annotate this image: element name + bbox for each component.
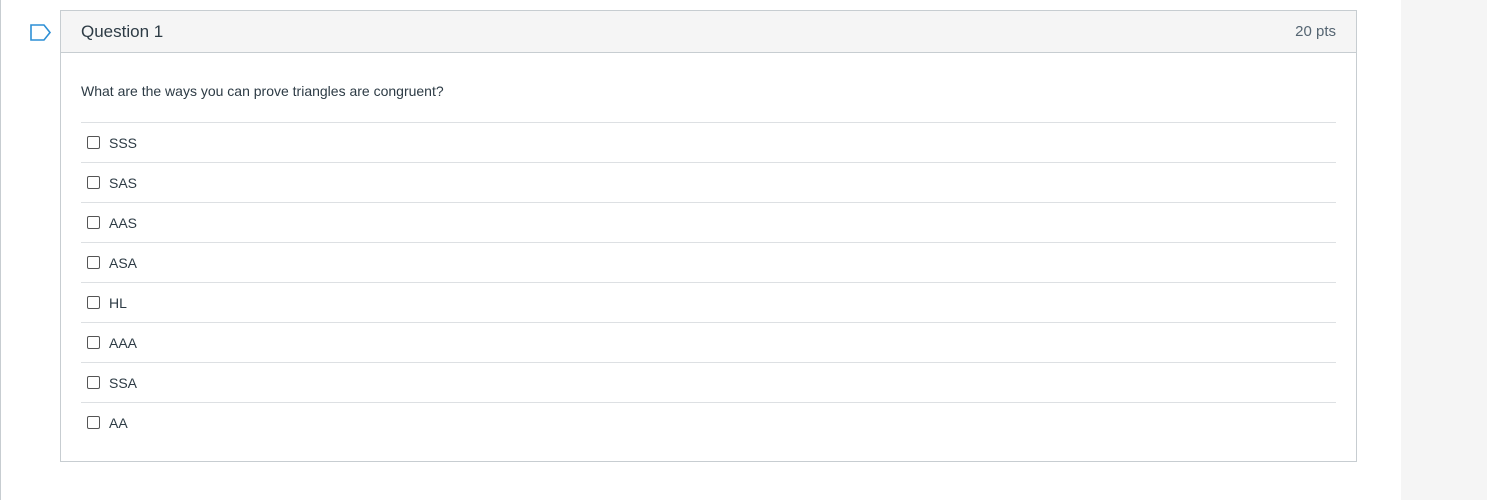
answer-option[interactable]: SSA bbox=[81, 362, 1336, 402]
answer-option[interactable]: AAS bbox=[81, 202, 1336, 242]
answer-label: HL bbox=[109, 294, 127, 311]
answer-checkbox[interactable] bbox=[87, 336, 100, 349]
answer-checkbox[interactable] bbox=[87, 256, 100, 269]
answer-label: SAS bbox=[109, 174, 138, 191]
answer-checkbox[interactable] bbox=[87, 216, 100, 229]
answer-option[interactable]: SSS bbox=[81, 122, 1336, 162]
answer-option[interactable]: AAA bbox=[81, 322, 1336, 362]
answer-option[interactable]: SAS bbox=[81, 162, 1336, 202]
answer-checkbox[interactable] bbox=[87, 296, 100, 309]
answer-label: AAA bbox=[109, 334, 138, 351]
answer-checkbox[interactable] bbox=[87, 416, 100, 429]
question-title: Question 1 bbox=[81, 21, 164, 41]
answer-checkbox[interactable] bbox=[87, 376, 100, 389]
question-text: What are the ways you can prove triangle… bbox=[81, 83, 444, 99]
answer-option[interactable]: AA bbox=[81, 402, 1336, 442]
answer-label: ASA bbox=[109, 254, 138, 271]
question-points: 20 pts bbox=[1295, 23, 1336, 40]
answer-label: SSS bbox=[109, 134, 138, 151]
answer-list: SSS SAS AAS ASA HL AAA SSA AA bbox=[81, 122, 1336, 442]
question-card: Question 1 20 pts What are the ways you … bbox=[60, 10, 1357, 462]
question-body: What are the ways you can prove triangle… bbox=[61, 82, 1356, 442]
answer-label: AAS bbox=[109, 214, 138, 231]
answer-option[interactable]: ASA bbox=[81, 242, 1336, 282]
answer-label: AA bbox=[109, 414, 128, 431]
right-gutter bbox=[1401, 0, 1487, 500]
flag-question-icon[interactable] bbox=[29, 23, 53, 43]
question-header: Question 1 20 pts bbox=[61, 11, 1356, 53]
quiz-page: Question 1 20 pts What are the ways you … bbox=[0, 0, 1487, 500]
answer-checkbox[interactable] bbox=[87, 176, 100, 189]
answer-label: SSA bbox=[109, 374, 138, 391]
answer-option[interactable]: HL bbox=[81, 282, 1336, 322]
answer-checkbox[interactable] bbox=[87, 136, 100, 149]
